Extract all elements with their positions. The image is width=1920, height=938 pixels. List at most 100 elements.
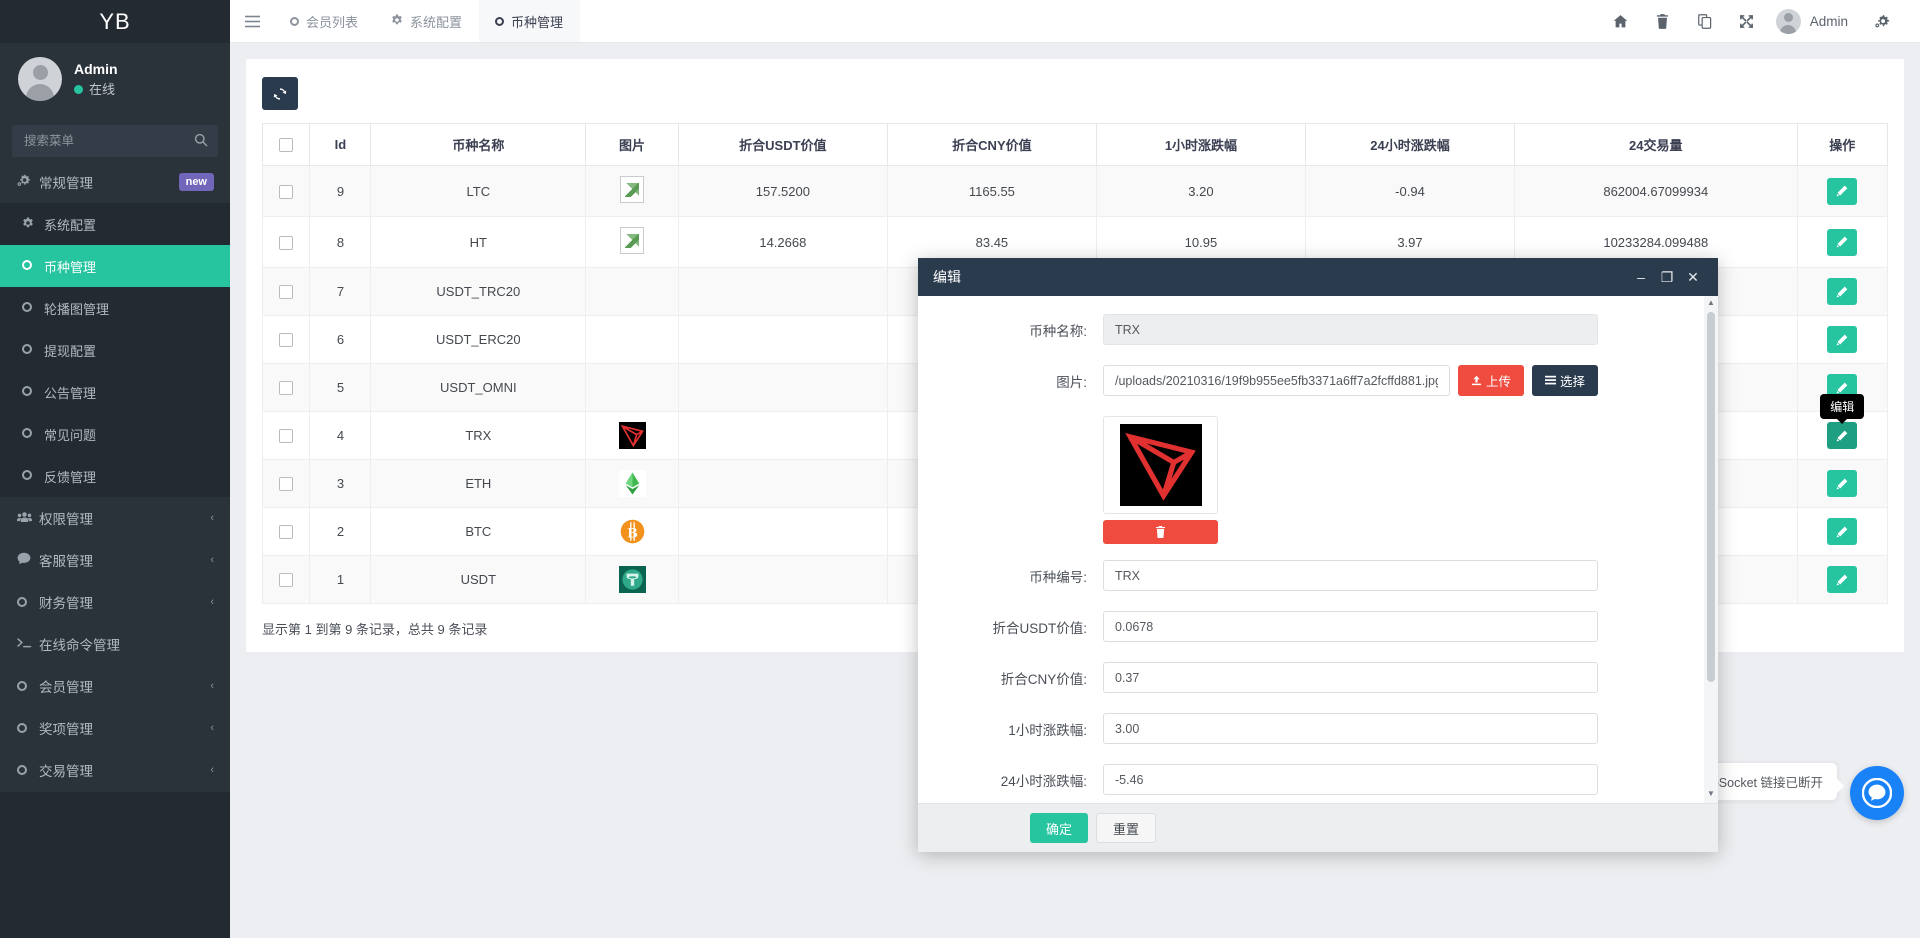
row-edit-button[interactable] — [1827, 229, 1857, 256]
circle-icon — [22, 386, 44, 399]
maximize-icon[interactable]: ❐ — [1654, 258, 1680, 296]
minimize-icon[interactable]: ‒ — [1628, 258, 1654, 296]
row-edit-button[interactable] — [1827, 518, 1857, 545]
form-row-cny-value: 折合CNY价值: — [918, 662, 1718, 693]
tab-0[interactable]: 会员列表 — [274, 0, 375, 42]
row-edit-button[interactable] — [1827, 178, 1857, 205]
sidebar-item-1[interactable]: 系统配置 — [0, 203, 230, 245]
input-coin-code[interactable] — [1103, 560, 1598, 591]
circle-icon — [22, 470, 44, 483]
top-tabs: 会员列表系统配置币种管理 — [274, 0, 580, 42]
sidebar-item-6[interactable]: 常见问题 — [0, 413, 230, 455]
row-edit-button[interactable]: 编辑 — [1827, 422, 1857, 449]
row-checkbox[interactable] — [279, 525, 293, 539]
modal-scrollbar[interactable]: ▲ ▼ — [1704, 296, 1718, 803]
row-edit-button[interactable] — [1827, 278, 1857, 305]
row-checkbox-cell — [263, 217, 310, 268]
input-coin-name[interactable] — [1103, 314, 1598, 345]
sidebar-item-11[interactable]: 在线命令管理 — [0, 623, 230, 665]
row-edit-button[interactable] — [1827, 326, 1857, 353]
upload-button[interactable]: 上传 — [1458, 365, 1524, 396]
cell-actions — [1797, 460, 1887, 508]
select-button[interactable]: 选择 — [1532, 365, 1598, 396]
sidebar-item-5[interactable]: 公告管理 — [0, 371, 230, 413]
hamburger-icon[interactable] — [230, 0, 274, 42]
gear-icon — [22, 217, 44, 232]
search-icon[interactable] — [194, 133, 208, 150]
row-checkbox[interactable] — [279, 285, 293, 299]
cell-name: LTC — [371, 166, 586, 217]
sidebar-item-12[interactable]: 会员管理‹ — [0, 665, 230, 707]
tab-1[interactable]: 系统配置 — [375, 0, 479, 42]
sidebar-item-2[interactable]: 币种管理 — [0, 245, 230, 287]
refresh-button[interactable] — [262, 77, 298, 110]
sidebar-user-block[interactable]: Admin 在线 — [0, 43, 230, 115]
brand-logo[interactable]: YB — [0, 0, 230, 43]
delete-image-button[interactable] — [1103, 520, 1218, 544]
cell-actions — [1797, 268, 1887, 316]
sidebar-item-13[interactable]: 奖项管理‹ — [0, 707, 230, 749]
sidebar-item-10[interactable]: 财务管理‹ — [0, 581, 230, 623]
upload-label: 上传 — [1486, 371, 1511, 390]
cell-image — [586, 166, 679, 217]
sidebar-item-label: 币种管理 — [44, 257, 214, 276]
tab-2[interactable]: 币种管理 — [479, 0, 580, 42]
close-icon[interactable]: ✕ — [1680, 258, 1706, 296]
copy-icon[interactable] — [1684, 0, 1726, 43]
reset-button[interactable]: 重置 — [1096, 813, 1156, 843]
row-edit-button[interactable] — [1827, 470, 1857, 497]
row-checkbox[interactable] — [279, 573, 293, 587]
sidebar-item-7[interactable]: 反馈管理 — [0, 455, 230, 497]
scroll-up-icon[interactable]: ▲ — [1707, 296, 1715, 310]
sidebar-item-8[interactable]: 权限管理‹ — [0, 497, 230, 539]
scroll-down-icon[interactable]: ▼ — [1707, 787, 1715, 801]
chevron-left-icon: ‹ — [210, 512, 214, 524]
row-edit-button[interactable] — [1827, 566, 1857, 593]
sidebar-item-label: 权限管理 — [39, 508, 210, 528]
search-box[interactable] — [12, 125, 218, 157]
row-checkbox-cell — [263, 508, 310, 556]
sidebar-item-4[interactable]: 提现配置 — [0, 329, 230, 371]
circle-icon — [22, 428, 44, 441]
row-checkbox-cell — [263, 460, 310, 508]
gears-icon — [17, 174, 39, 190]
row-checkbox[interactable] — [279, 333, 293, 347]
select-all-checkbox[interactable] — [279, 138, 293, 152]
circle-icon — [22, 302, 44, 315]
sidebar-item-14[interactable]: 交易管理‹ — [0, 749, 230, 791]
form-label: 币种名称: — [918, 320, 1103, 340]
column-header-3: 图片 — [586, 124, 679, 166]
cell-name: USDT_TRC20 — [371, 268, 586, 316]
row-checkbox[interactable] — [279, 381, 293, 395]
chat-bubble-icon[interactable] — [1850, 766, 1904, 820]
sidebar-item-0[interactable]: 常规管理new — [0, 161, 230, 203]
search-input[interactable] — [22, 133, 194, 149]
row-checkbox[interactable] — [279, 477, 293, 491]
trash-icon[interactable] — [1642, 0, 1684, 43]
modal-header[interactable]: 编辑 ‒ ❐ ✕ — [918, 258, 1718, 296]
sidebar-item-3[interactable]: 轮播图管理 — [0, 287, 230, 329]
user-status: 在线 — [74, 80, 118, 100]
fullscreen-icon[interactable] — [1726, 0, 1768, 43]
input-cny-value[interactable] — [1103, 662, 1598, 693]
form-label: 币种编号: — [918, 566, 1103, 586]
input-change-1h[interactable] — [1103, 713, 1598, 744]
cell-id: 3 — [310, 460, 371, 508]
home-icon[interactable] — [1600, 0, 1642, 43]
form-label: 折合CNY价值: — [918, 668, 1103, 688]
topbar-user[interactable]: Admin — [1768, 9, 1862, 34]
gears-icon[interactable] — [1862, 0, 1904, 43]
image-thumbnail[interactable] — [1103, 416, 1218, 514]
row-checkbox[interactable] — [279, 185, 293, 199]
column-header-4: 折合USDT价值 — [678, 124, 887, 166]
cell-1h: 3.20 — [1096, 166, 1305, 217]
row-checkbox[interactable] — [279, 429, 293, 443]
input-usdt-value[interactable] — [1103, 611, 1598, 642]
row-checkbox[interactable] — [279, 236, 293, 250]
scroll-thumb[interactable] — [1707, 312, 1715, 682]
confirm-button[interactable]: 确定 — [1030, 813, 1088, 843]
row-checkbox-cell — [263, 556, 310, 604]
input-image-path[interactable] — [1103, 365, 1450, 396]
input-change-24h[interactable] — [1103, 764, 1598, 795]
sidebar-item-9[interactable]: 客服管理‹ — [0, 539, 230, 581]
